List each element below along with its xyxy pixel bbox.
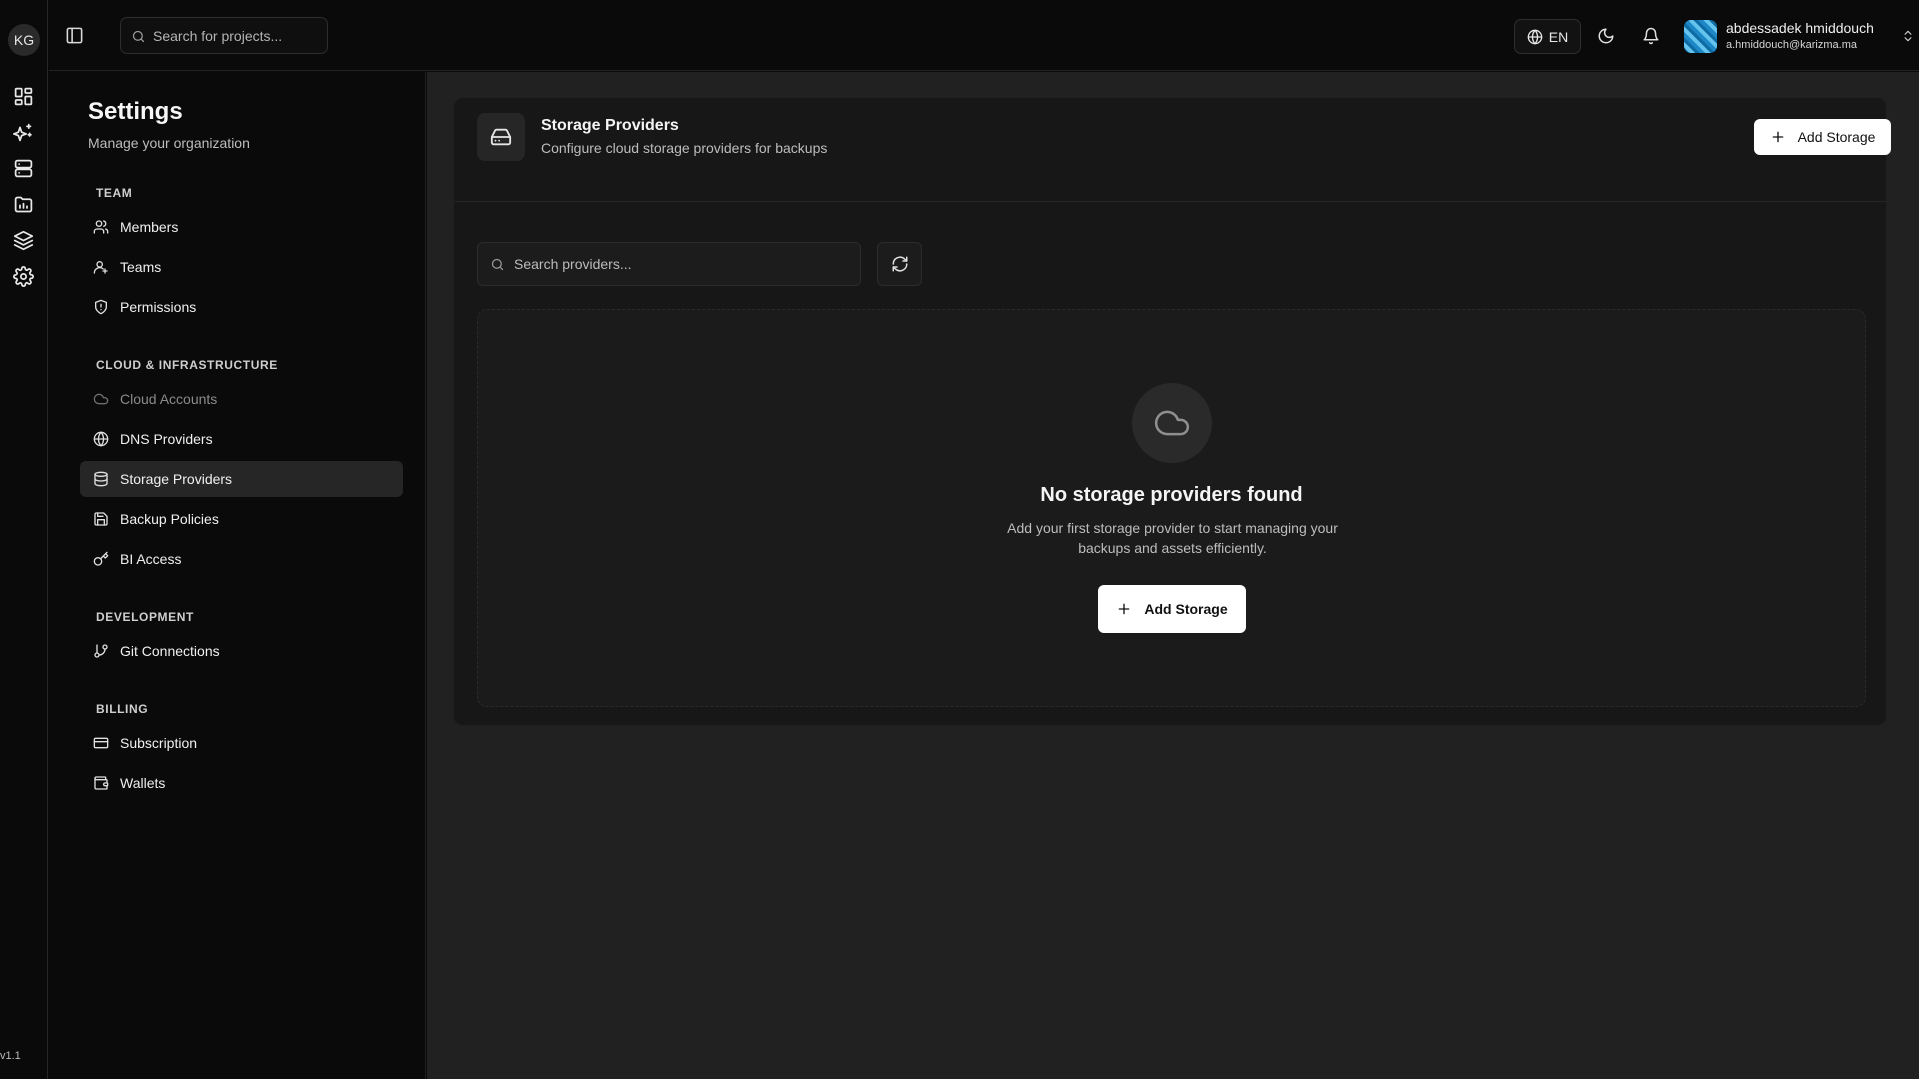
empty-state-title: No storage providers found: [1040, 484, 1303, 506]
nav-item-label: Permissions: [120, 299, 197, 315]
shield-icon: [93, 299, 109, 315]
plus-icon: [1770, 129, 1786, 145]
app-version: v1.1: [0, 1050, 21, 1062]
nav-item-label: Git Connections: [120, 643, 220, 659]
org-logo[interactable]: KG: [8, 24, 40, 56]
cloud-icon: [93, 391, 109, 407]
nav-item-label: BI Access: [120, 551, 182, 567]
nav-item-label: Cloud Accounts: [120, 391, 218, 407]
provider-search[interactable]: [477, 242, 861, 286]
provider-search-input[interactable]: [514, 243, 844, 285]
empty-state-description: Add your first storage provider to start…: [1007, 520, 1338, 556]
nav-item-permissions[interactable]: Permissions: [80, 289, 403, 325]
nav-item-label: Subscription: [120, 735, 198, 751]
refresh-icon: [891, 255, 909, 273]
avatar: [1684, 20, 1717, 53]
refresh-button[interactable]: [877, 242, 922, 286]
project-search-input[interactable]: [153, 18, 321, 53]
page-title: Storage Providers: [541, 117, 679, 134]
add-storage-button[interactable]: Add Storage: [1754, 119, 1891, 155]
nav-item-label: Teams: [120, 259, 162, 275]
page-subtitle: Configure cloud storage providers for ba…: [541, 140, 828, 156]
key-icon: [93, 551, 109, 567]
user-name: abdessadek hmiddouch: [1726, 20, 1874, 36]
nav-item-storage-providers[interactable]: Storage Providers: [80, 461, 403, 497]
nav-item-git-connections[interactable]: Git Connections: [80, 633, 403, 669]
section-label-billing: BILLING: [96, 702, 149, 716]
moon-icon[interactable]: [1597, 27, 1615, 45]
section-label-team: TEAM: [96, 186, 133, 200]
plus-icon: [1116, 601, 1132, 617]
servers-icon[interactable]: [13, 158, 34, 179]
nav-item-backup-policies[interactable]: Backup Policies: [80, 501, 403, 537]
settings-subtitle: Manage your organization: [88, 135, 250, 151]
save-icon: [93, 511, 109, 527]
project-search[interactable]: [120, 17, 328, 54]
storage-header-icon: [477, 113, 525, 161]
nav-item-members[interactable]: Members: [80, 209, 403, 245]
main-content: Storage Providers Configure cloud storag…: [427, 72, 1919, 1079]
storage-providers-card: Storage Providers Configure cloud storag…: [453, 97, 1891, 726]
layers-icon[interactable]: [13, 230, 34, 251]
bell-icon[interactable]: [1642, 27, 1660, 45]
nav-item-label: Wallets: [120, 775, 166, 791]
nav-item-subscription[interactable]: Subscription: [80, 725, 403, 761]
nav-item-label: Storage Providers: [120, 471, 233, 487]
nav-item-cloud-accounts[interactable]: Cloud Accounts: [80, 381, 403, 417]
nav-item-wallets[interactable]: Wallets: [80, 765, 403, 801]
database-icon: [93, 471, 109, 487]
search-icon: [490, 257, 505, 272]
search-icon: [131, 29, 146, 44]
nav-item-bi-access[interactable]: BI Access: [80, 541, 403, 577]
nav-item-label: Members: [120, 219, 179, 235]
projects-folder-icon[interactable]: [13, 194, 34, 215]
add-storage-label: Add Storage: [1797, 129, 1876, 145]
hard-drive-icon: [490, 126, 512, 148]
globe-icon: [1527, 29, 1543, 45]
nav-item-teams[interactable]: Teams: [80, 249, 403, 285]
cloud-icon: [1153, 404, 1191, 442]
git-branch-icon: [93, 643, 109, 659]
top-bar: EN abdessadek hmiddouch a.hmiddouch@kari…: [49, 0, 1919, 71]
globe-icon: [93, 431, 109, 447]
card-header: Storage Providers Configure cloud storag…: [454, 98, 1891, 202]
chevrons-up-down-icon: [1901, 27, 1915, 45]
empty-add-storage-button[interactable]: Add Storage: [1098, 585, 1246, 633]
empty-state: No storage providers found Add your firs…: [477, 309, 1866, 707]
language-label: EN: [1548, 28, 1569, 45]
settings-title: Settings: [88, 98, 183, 125]
empty-state-icon: [1132, 383, 1212, 463]
icon-rail: KG v1.1: [0, 0, 48, 1079]
section-label-cloud-infrastructure: CLOUD & INFRASTRUCTURE: [96, 358, 278, 372]
user-menu[interactable]: abdessadek hmiddouch a.hmiddouch@karizma…: [1684, 18, 1919, 56]
nav-item-label: Backup Policies: [120, 511, 219, 527]
nav-item-dns-providers[interactable]: DNS Providers: [80, 421, 403, 457]
user-group-icon: [93, 259, 109, 275]
empty-add-storage-label: Add Storage: [1144, 601, 1228, 617]
user-email: a.hmiddouch@karizma.ma: [1726, 39, 1857, 51]
section-label-development: DEVELOPMENT: [96, 610, 194, 624]
sparkles-icon[interactable]: [13, 122, 34, 143]
users-icon: [93, 219, 109, 235]
credit-card-icon: [93, 735, 109, 751]
wallet-icon: [93, 775, 109, 791]
dashboard-icon[interactable]: [13, 86, 34, 107]
settings-gear-icon[interactable]: [13, 266, 34, 287]
language-button[interactable]: EN: [1514, 19, 1581, 54]
sidebar-toggle-icon[interactable]: [65, 26, 84, 45]
nav-item-label: DNS Providers: [120, 431, 213, 447]
settings-sidebar: Settings Manage your organization TEAM M…: [49, 72, 426, 1079]
